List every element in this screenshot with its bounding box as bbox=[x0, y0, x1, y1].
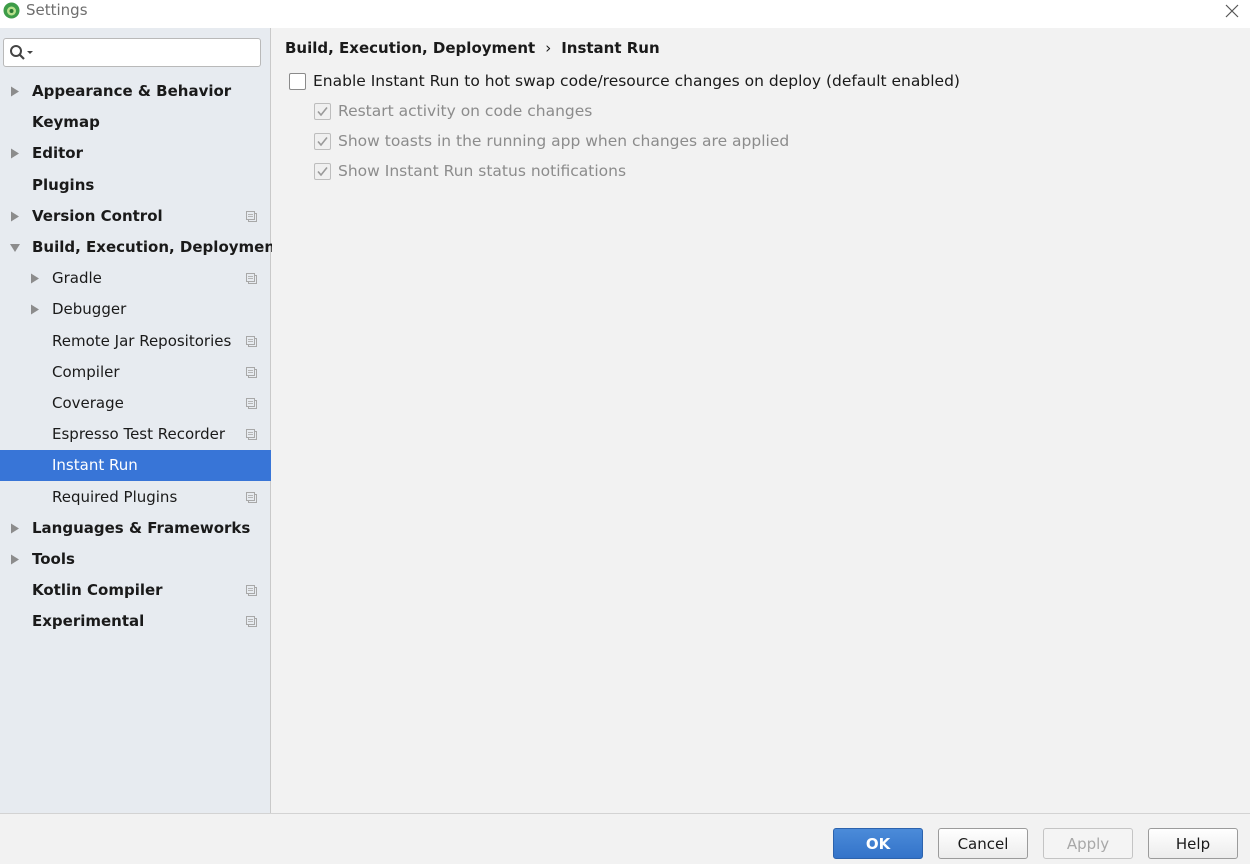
sidebar-item-plugins[interactable]: Plugins bbox=[0, 170, 271, 201]
restart-activity-label: Restart activity on code changes bbox=[338, 102, 593, 120]
sidebar-item-label: Keymap bbox=[32, 113, 100, 131]
apply-button: Apply bbox=[1043, 828, 1133, 859]
project-level-icon bbox=[246, 616, 257, 627]
search-icon[interactable] bbox=[9, 44, 37, 62]
project-level-icon bbox=[246, 585, 257, 596]
close-button[interactable] bbox=[1218, 0, 1246, 22]
sidebar-item-appearance-behavior[interactable]: Appearance & Behavior bbox=[0, 76, 271, 107]
breadcrumb-separator: › bbox=[545, 39, 552, 57]
sidebar-item-label: Version Control bbox=[32, 207, 163, 225]
sidebar-item-compiler[interactable]: Compiler bbox=[0, 357, 271, 388]
sidebar-item-label: Compiler bbox=[52, 363, 120, 381]
sidebar-item-label: Espresso Test Recorder bbox=[52, 425, 225, 443]
expand-arrow-icon[interactable] bbox=[10, 211, 20, 222]
sidebar-item-label: Tools bbox=[32, 550, 75, 568]
expand-arrow-icon[interactable] bbox=[30, 273, 40, 284]
project-level-icon bbox=[246, 211, 257, 222]
sidebar-item-label: Build, Execution, Deployment bbox=[32, 238, 283, 256]
settings-sidebar: Appearance & Behavior Keymap Editor Plugins… bbox=[0, 28, 282, 813]
help-button[interactable]: Help bbox=[1148, 828, 1238, 859]
sidebar-item-experimental[interactable]: Experimental bbox=[0, 606, 271, 637]
sidebar-item-coverage[interactable]: Coverage bbox=[0, 388, 271, 419]
project-level-icon bbox=[246, 398, 257, 409]
window-title: Settings bbox=[26, 1, 88, 19]
sidebar-item-gradle[interactable]: Gradle bbox=[0, 263, 271, 294]
enable-instant-run-label: Enable Instant Run to hot swap code/reso… bbox=[313, 72, 960, 90]
sidebar-item-languages-frameworks[interactable]: Languages & Frameworks bbox=[0, 513, 271, 544]
expand-arrow-icon[interactable] bbox=[30, 304, 40, 315]
sidebar-item-build-execution-deployment[interactable]: Build, Execution, Deployment bbox=[0, 232, 282, 263]
sidebar-item-remote-jar-repositories[interactable]: Remote Jar Repositories bbox=[0, 326, 271, 357]
sidebar-item-label: Required Plugins bbox=[52, 488, 178, 506]
sidebar-item-keymap[interactable]: Keymap bbox=[0, 107, 271, 138]
sidebar-item-tools[interactable]: Tools bbox=[0, 544, 271, 575]
expand-arrow-icon[interactable] bbox=[10, 523, 20, 534]
sidebar-item-label: Coverage bbox=[52, 394, 124, 412]
sidebar-item-label: Remote Jar Repositories bbox=[52, 332, 232, 350]
sidebar-item-version-control[interactable]: Version Control bbox=[0, 201, 271, 232]
collapse-arrow-icon[interactable] bbox=[10, 242, 20, 253]
project-level-icon bbox=[246, 273, 257, 284]
sidebar-item-editor[interactable]: Editor bbox=[0, 138, 271, 169]
sidebar-item-label: Languages & Frameworks bbox=[32, 519, 251, 537]
sidebar-item-label: Gradle bbox=[52, 269, 102, 287]
checkmark-icon bbox=[317, 107, 328, 117]
settings-content: Build, Execution, Deployment › Instant Run… bbox=[272, 28, 1250, 813]
status-notifications-label: Show Instant Run status notifications bbox=[338, 162, 627, 180]
sidebar-item-label: Appearance & Behavior bbox=[32, 82, 232, 100]
project-level-icon bbox=[246, 336, 257, 347]
sidebar-item-instant-run[interactable]: Instant Run bbox=[0, 450, 271, 481]
breadcrumb-current: Instant Run bbox=[561, 39, 660, 57]
close-icon bbox=[1225, 4, 1239, 18]
restart-activity-checkbox bbox=[314, 103, 331, 120]
show-toasts-label: Show toasts in the running app when chan… bbox=[338, 132, 790, 150]
breadcrumb: Build, Execution, Deployment › Instant Run bbox=[285, 37, 660, 59]
checkmark-icon bbox=[317, 167, 328, 177]
title-bar: Settings bbox=[0, 0, 1250, 28]
show-toasts-checkbox bbox=[314, 133, 331, 150]
expand-arrow-icon[interactable] bbox=[10, 86, 20, 97]
sidebar-item-label: Editor bbox=[32, 144, 83, 162]
cancel-button[interactable]: Cancel bbox=[938, 828, 1028, 859]
sidebar-item-espresso-test-recorder[interactable]: Espresso Test Recorder bbox=[0, 419, 271, 450]
expand-arrow-icon[interactable] bbox=[10, 148, 20, 159]
breadcrumb-parent[interactable]: Build, Execution, Deployment bbox=[285, 39, 535, 57]
dialog-button-bar: OK Cancel Apply Help bbox=[0, 813, 1250, 864]
android-studio-icon bbox=[3, 2, 20, 19]
checkmark-icon bbox=[317, 137, 328, 147]
sidebar-item-required-plugins[interactable]: Required Plugins bbox=[0, 482, 271, 513]
expand-arrow-icon[interactable] bbox=[10, 554, 20, 565]
project-level-icon bbox=[246, 367, 257, 378]
ok-button[interactable]: OK bbox=[833, 828, 923, 859]
sidebar-item-debugger[interactable]: Debugger bbox=[0, 294, 271, 325]
sidebar-item-label: Plugins bbox=[32, 176, 95, 194]
project-level-icon bbox=[246, 429, 257, 440]
sidebar-item-label: Kotlin Compiler bbox=[32, 581, 163, 599]
sidebar-item-label: Instant Run bbox=[52, 456, 138, 474]
sidebar-item-label: Debugger bbox=[52, 300, 127, 318]
status-notifications-checkbox bbox=[314, 163, 331, 180]
project-level-icon bbox=[246, 492, 257, 503]
enable-instant-run-checkbox[interactable] bbox=[289, 73, 306, 90]
search-box[interactable] bbox=[3, 38, 261, 67]
search-input[interactable] bbox=[38, 41, 256, 64]
sidebar-item-kotlin-compiler[interactable]: Kotlin Compiler bbox=[0, 575, 271, 606]
sidebar-item-label: Experimental bbox=[32, 612, 145, 630]
